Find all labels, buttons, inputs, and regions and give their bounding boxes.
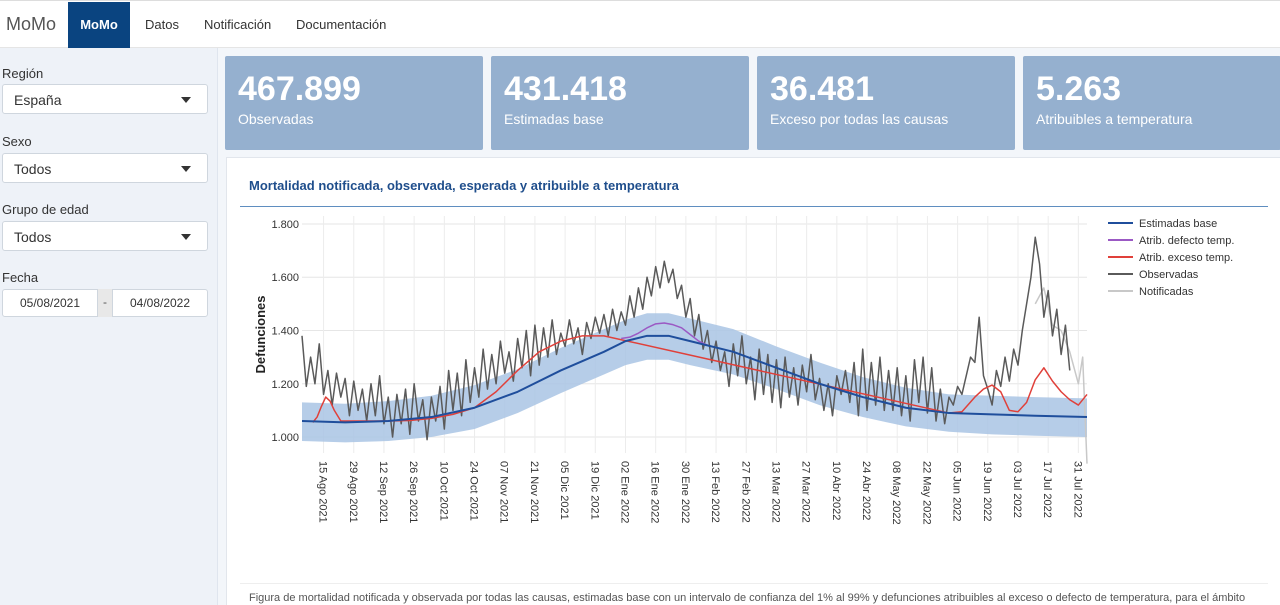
caret-down-icon <box>181 97 191 103</box>
tab-momo[interactable]: MoMo <box>68 2 130 48</box>
x-tick-label: 22 May 2022 <box>920 461 932 525</box>
main-content: 467.899 Observadas 431.418 Estimadas bas… <box>218 48 1280 605</box>
x-tick-label: 26 Sep 2021 <box>407 461 419 523</box>
valuebox-value: 5.263 <box>1036 70 1122 108</box>
x-tick-label: 02 Ene 2022 <box>618 461 630 523</box>
divider <box>240 206 1268 207</box>
fecha-separator: - <box>97 289 113 317</box>
x-tick-label: 15 Ago 2021 <box>317 461 329 523</box>
valuebox-label: Observadas <box>238 111 314 127</box>
chart-panel: Mortalidad notificada, observada, espera… <box>226 157 1280 605</box>
x-tick-label: 24 Abr 2022 <box>860 461 872 520</box>
legend-item: Notificadas <box>1139 286 1194 298</box>
valuebox-exceso: 36.481 Exceso por todas las causas <box>757 56 1015 150</box>
y-tick-label: 1.600 <box>271 272 299 284</box>
sexo-label: Sexo <box>2 134 32 149</box>
x-tick-label: 27 Feb 2022 <box>739 461 751 523</box>
sexo-select[interactable]: Todos <box>2 153 208 183</box>
x-tick-label: 13 Feb 2022 <box>709 461 721 523</box>
sexo-value: Todos <box>14 161 52 177</box>
region-label: Región <box>2 66 44 81</box>
edad-value: Todos <box>14 229 52 245</box>
x-tick-label: 30 Ene 2022 <box>679 461 691 523</box>
chart-caption: Figura de mortalidad notificada y observ… <box>249 592 1246 604</box>
legend-item: Estimadas base <box>1139 218 1217 230</box>
x-tick-label: 10 Oct 2021 <box>437 461 449 521</box>
x-tick-label: 29 Ago 2021 <box>347 461 359 523</box>
fecha-daterange: 05/08/2021 - 04/08/2022 <box>2 289 208 317</box>
x-tick-label: 05 Dic 2021 <box>558 461 570 520</box>
y-tick-label: 1.200 <box>271 379 299 391</box>
valuebox-label: Exceso por todas las causas <box>770 111 949 127</box>
x-tick-label: 16 Ene 2022 <box>649 461 661 523</box>
x-tick-label: 27 Mar 2022 <box>800 461 812 523</box>
valuebox-temperatura: 5.263 Atribuibles a temperatura <box>1023 56 1280 150</box>
legend-item: Observadas <box>1139 269 1199 281</box>
x-tick-label: 03 Jul 2022 <box>1011 461 1023 518</box>
y-tick-label: 1.400 <box>271 326 299 338</box>
valuebox-value: 431.418 <box>504 70 627 108</box>
fecha-start-input[interactable]: 05/08/2021 <box>3 296 97 310</box>
caret-down-icon <box>181 234 191 240</box>
chart-panel-title: Mortalidad notificada, observada, espera… <box>249 178 679 193</box>
edad-select[interactable]: Todos <box>2 221 208 251</box>
valuebox-value: 36.481 <box>770 70 874 108</box>
x-tick-label: 13 Mar 2022 <box>769 461 781 523</box>
valuebox-label: Estimadas base <box>504 111 604 127</box>
tab-datos[interactable]: Datos <box>132 2 192 48</box>
valuebox-observadas: 467.899 Observadas <box>225 56 483 150</box>
valuebox-estimadas: 431.418 Estimadas base <box>491 56 749 150</box>
x-tick-label: 17 Jul 2022 <box>1041 461 1053 518</box>
x-tick-label: 12 Sep 2021 <box>377 461 389 523</box>
x-tick-label: 19 Jun 2022 <box>981 461 993 522</box>
x-tick-label: 05 Jun 2022 <box>951 461 963 522</box>
y-axis-label: Defunciones <box>253 295 268 373</box>
caret-down-icon <box>181 166 191 172</box>
valuebox-label: Atribuibles a temperatura <box>1036 111 1193 127</box>
brand-title[interactable]: MoMo <box>6 14 56 35</box>
mortality-chart[interactable]: 1.000 1.200 1.400 1.600 1.800 15 Ago 2021 29 A… <box>227 213 1280 583</box>
edad-label: Grupo de edad <box>2 202 89 217</box>
divider <box>240 583 1268 584</box>
y-tick-label: 1.000 <box>271 432 299 444</box>
x-tick-label: 07 Nov 2021 <box>498 461 510 523</box>
legend-item: Atrib. exceso temp. <box>1139 252 1233 264</box>
x-tick-label: 19 Dic 2021 <box>588 461 600 520</box>
fecha-end-input[interactable]: 04/08/2022 <box>113 296 207 310</box>
top-navbar: MoMo MoMo Datos Notificación Documentaci… <box>0 0 1280 48</box>
region-select[interactable]: España <box>2 84 208 114</box>
tab-documentacion[interactable]: Documentación <box>283 2 399 48</box>
sidebar: Región España Sexo Todos Grupo de edad T… <box>0 48 218 605</box>
legend-item: Atrib. defecto temp. <box>1139 235 1234 247</box>
tab-notificacion[interactable]: Notificación <box>191 2 284 48</box>
valuebox-value: 467.899 <box>238 70 361 108</box>
x-tick-label: 08 May 2022 <box>890 461 902 525</box>
x-tick-label: 31 Jul 2022 <box>1071 461 1083 518</box>
region-value: España <box>14 92 62 108</box>
y-tick-label: 1.800 <box>271 219 299 231</box>
fecha-label: Fecha <box>2 270 39 285</box>
x-tick-label: 10 Abr 2022 <box>830 461 842 520</box>
x-tick-label: 21 Nov 2021 <box>528 461 540 523</box>
x-tick-label: 24 Oct 2021 <box>468 461 480 521</box>
